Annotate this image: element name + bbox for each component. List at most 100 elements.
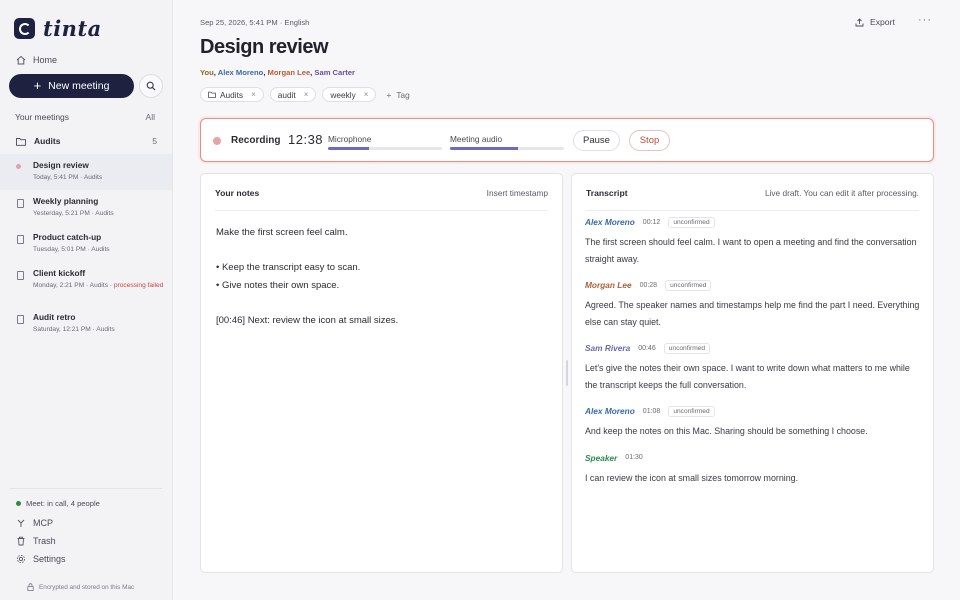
speaker-name[interactable]: Alex Moreno xyxy=(585,217,635,227)
notes-line: [00:46] Next: review the icon at small s… xyxy=(216,315,399,326)
notes-editor[interactable]: Make the first screen feel calm. • Keep … xyxy=(216,224,398,330)
page-title: Design review xyxy=(200,36,329,58)
all-meetings-link[interactable]: All xyxy=(146,112,155,122)
participant-name[interactable]: You xyxy=(200,68,214,77)
nav-mcp[interactable]: MCP xyxy=(16,518,53,528)
timestamp[interactable]: 01:30 xyxy=(625,454,643,461)
timestamp[interactable]: 01:08 xyxy=(643,408,661,415)
tag-folder-label: Audits xyxy=(208,90,243,100)
speaker-name[interactable]: Alex Moreno xyxy=(585,406,635,416)
tag-audit[interactable]: audit × xyxy=(269,87,317,102)
main-content: Sep 25, 2026, 5:41 PM · English Export ·… xyxy=(174,0,960,600)
folder-icon xyxy=(16,137,26,146)
meeting-item-product-catch-up[interactable]: Product catch-up Tuesday, 5:01 PM · Audi… xyxy=(0,226,172,262)
notes-heading: Your notes xyxy=(215,188,260,198)
participant-name[interactable]: Sam Carter xyxy=(314,68,355,77)
lock-icon xyxy=(27,583,34,591)
participant-name[interactable]: Morgan Lee xyxy=(268,68,311,77)
recording-indicator-icon xyxy=(213,137,221,145)
more-options-icon[interactable]: ··· xyxy=(918,14,932,26)
tag-folder-audits[interactable]: Audits × xyxy=(200,87,264,102)
timestamp[interactable]: 00:12 xyxy=(643,219,661,226)
meet-status-text: Meet: in call, 4 people xyxy=(26,499,100,508)
insert-timestamp-button[interactable]: Insert timestamp xyxy=(487,188,548,210)
speaker-name[interactable]: Speaker xyxy=(585,453,617,463)
export-button[interactable]: Export xyxy=(855,17,895,27)
meeting-item-weekly-planning[interactable]: Weekly planning Yesterday, 5:21 PM · Aud… xyxy=(0,190,172,226)
notes-spacer xyxy=(216,242,398,259)
meeting-audio-level-fill xyxy=(450,147,519,150)
folder-audits[interactable]: Audits 5 xyxy=(16,136,157,146)
speaker-name[interactable]: Sam Rivera xyxy=(585,343,630,353)
participants: You, Alex Moreno, Morgan Lee, Sam Carter xyxy=(200,68,355,77)
plus-icon: + xyxy=(33,78,42,93)
microphone-label: Microphone xyxy=(328,134,372,144)
mcp-icon xyxy=(17,519,25,527)
transcript-entry[interactable]: Morgan Lee 00:28 unconfirmed Agreed. The… xyxy=(585,279,920,330)
home-icon xyxy=(16,55,26,65)
transcript-entry-header: Speaker 01:30 xyxy=(585,452,920,464)
transcript-entry[interactable]: Alex Moreno 00:12 unconfirmed The first … xyxy=(585,216,920,267)
document-icon xyxy=(17,235,24,244)
transcript-entry[interactable]: Alex Moreno 01:08 unconfirmed And keep t… xyxy=(585,405,920,440)
new-meeting-button[interactable]: + New meeting xyxy=(9,74,134,98)
transcript-entry[interactable]: Sam Rivera 00:46 unconfirmed Let's give … xyxy=(585,342,920,393)
new-meeting-label: New meeting xyxy=(48,80,110,92)
transcript-text: Let's give the notes their own space. I … xyxy=(585,363,910,390)
processing-failed-status: processing failed xyxy=(113,282,164,289)
document-icon xyxy=(17,271,24,280)
meet-status: Meet: in call, 4 people xyxy=(16,499,100,508)
meeting-audio-label: Meeting audio xyxy=(450,134,503,144)
plus-icon: + xyxy=(386,89,392,100)
transcript-entry-header: Alex Moreno 00:12 unconfirmed xyxy=(585,216,920,228)
export-icon xyxy=(855,17,864,26)
transcript-text: I can review the icon at small sizes tom… xyxy=(585,472,799,483)
logo-mark-icon xyxy=(14,18,35,39)
nav-settings-label: Settings xyxy=(33,554,66,564)
recording-dot-icon xyxy=(16,164,21,169)
notes-bullet: • Keep the transcript easy to scan. xyxy=(216,262,361,273)
nav-trash[interactable]: Trash xyxy=(16,536,56,546)
meeting-audio-meter: Meeting audio xyxy=(450,134,564,150)
search-button[interactable] xyxy=(139,74,163,98)
microphone-level-track xyxy=(328,147,442,150)
transcript-entry[interactable]: Speaker 01:30 I can review the icon at s… xyxy=(585,452,920,487)
unconfirmed-badge: unconfirmed xyxy=(665,279,712,291)
transcript-list: Alex Moreno 00:12 unconfirmed The first … xyxy=(585,216,920,498)
nav-home[interactable]: Home xyxy=(16,55,57,65)
add-tag-button[interactable]: + Tag xyxy=(386,90,409,100)
notes-panel[interactable]: Your notes Insert timestamp Make the fir… xyxy=(200,173,563,573)
tag-weekly[interactable]: weekly × xyxy=(322,87,377,102)
transcript-entry-header: Sam Rivera 00:46 unconfirmed xyxy=(585,342,920,354)
remove-tag-icon[interactable]: × xyxy=(364,90,369,99)
meeting-title: Client kickoff xyxy=(33,268,86,278)
transcript-text: The first screen should feel calm. I wan… xyxy=(585,237,917,264)
status-dot-icon xyxy=(16,501,21,506)
meeting-meta: Sep 25, 2026, 5:41 PM · English xyxy=(200,18,310,27)
meeting-audio-level-track xyxy=(450,147,564,150)
panel-resize-handle[interactable] xyxy=(566,360,568,386)
trash-icon xyxy=(17,536,25,546)
timestamp[interactable]: 00:46 xyxy=(638,345,656,352)
encrypted-note-text: Encrypted and stored on this Mac xyxy=(39,583,135,591)
remove-tag-icon[interactable]: × xyxy=(251,90,256,99)
pause-button[interactable]: Pause xyxy=(573,130,620,151)
meeting-title: Weekly planning xyxy=(33,196,99,206)
tag-list: Audits × audit × weekly × + Tag xyxy=(200,87,410,102)
participant-name[interactable]: Alex Moreno xyxy=(218,68,264,77)
timestamp[interactable]: 00:28 xyxy=(640,282,658,289)
stop-button[interactable]: Stop xyxy=(629,130,670,151)
app-logo[interactable]: tinta xyxy=(14,16,102,41)
encrypted-note: Encrypted and stored on this Mac xyxy=(27,583,134,591)
meeting-item-design-review[interactable]: Design review Today, 5:41 PM · Audits xyxy=(0,154,172,190)
notes-spacer xyxy=(216,295,398,312)
nav-settings[interactable]: Settings xyxy=(16,554,66,564)
meeting-title: Design review xyxy=(33,160,89,170)
transcript-panel: Transcript Live draft. You can edit it a… xyxy=(571,173,934,573)
speaker-name[interactable]: Morgan Lee xyxy=(585,280,632,290)
notes-line: Make the first screen feel calm. xyxy=(216,227,348,238)
meeting-item-client-kickoff[interactable]: Client kickoff Monday, 2:21 PM · Audits … xyxy=(0,262,172,306)
meeting-item-audit-retro[interactable]: Audit retro Saturday, 12:21 PM · Audits xyxy=(0,306,172,342)
tag-label: Audits xyxy=(220,89,244,100)
remove-tag-icon[interactable]: × xyxy=(304,90,309,99)
